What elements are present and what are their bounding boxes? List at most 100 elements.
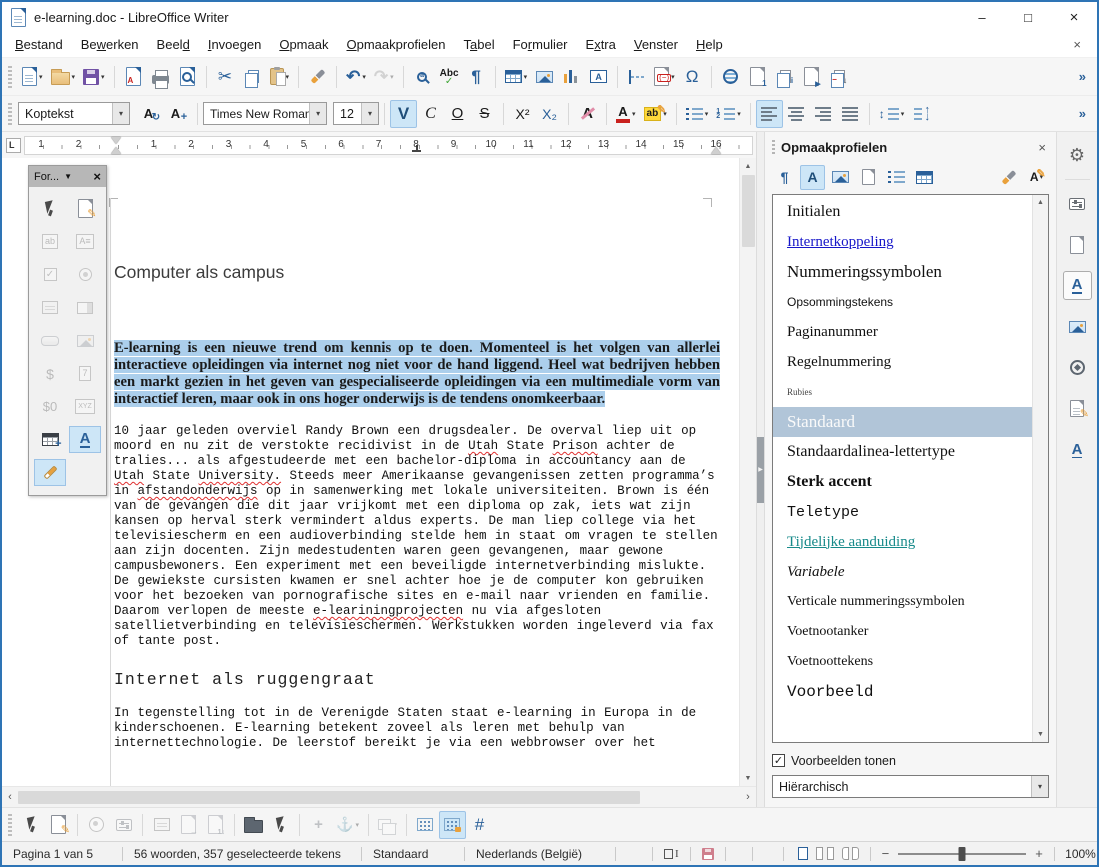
style-item-voorbeeld[interactable]: Voorbeeld xyxy=(773,677,1032,707)
zoom-slider[interactable] xyxy=(898,853,1026,855)
toolbar-grip[interactable] xyxy=(8,103,12,125)
sidebar-tab-character[interactable]: A xyxy=(1063,435,1092,464)
toolbar-overflow-button[interactable]: » xyxy=(1072,106,1093,121)
insert-endnote-button[interactable]: i xyxy=(771,63,798,91)
form-pattern-field-button[interactable]: XYZ xyxy=(69,393,101,420)
paste-button[interactable]: ▾ xyxy=(266,63,294,91)
character-styles-button[interactable]: A xyxy=(800,165,825,190)
book-view-icon[interactable] xyxy=(839,847,859,860)
style-item-regelnummering[interactable]: Regelnummering xyxy=(773,347,1032,377)
fd-form-navigator-button[interactable] xyxy=(148,811,175,839)
fill-format-mode-button[interactable] xyxy=(996,165,1021,190)
style-item-voetnootanker[interactable]: Voetnootanker xyxy=(773,617,1032,647)
form-font-button[interactable]: A xyxy=(69,426,101,453)
numbered-list-button[interactable]: 12▾ xyxy=(712,100,745,128)
page-number-status[interactable]: Pagina 1 van 5 xyxy=(2,842,122,865)
print-preview-button[interactable] xyxy=(174,63,201,91)
bullet-list-button[interactable]: ▾ xyxy=(682,100,713,128)
fd-design-mode-button[interactable]: ✎ xyxy=(45,811,72,839)
table-styles-button[interactable] xyxy=(912,165,937,190)
fd-control-wizards-button[interactable] xyxy=(83,811,110,839)
menu-tabel[interactable]: Tabel xyxy=(455,34,504,55)
panel-grip[interactable] xyxy=(772,140,775,154)
formatting-marks-button[interactable]: ¶ xyxy=(463,63,490,91)
paragraph-spacing-button[interactable]: ↑↓ xyxy=(908,100,935,128)
styles-list-scrollbar[interactable]: ▲ ▼ xyxy=(1032,195,1048,742)
fd-helplines-button[interactable]: # xyxy=(466,811,493,839)
style-item-verticale-nummeringssymbolen[interactable]: Verticale nummeringssymbolen xyxy=(773,587,1032,617)
copy-button[interactable] xyxy=(239,63,266,91)
sidebar-tab-gallery[interactable] xyxy=(1063,312,1092,341)
palette-close-icon[interactable]: × xyxy=(93,169,101,184)
insert-hyperlink-button[interactable] xyxy=(717,63,744,91)
update-style-button[interactable]: A↻ xyxy=(135,100,162,128)
menu-beeld[interactable]: Beeld xyxy=(148,34,199,55)
fd-add-field-button[interactable]: → xyxy=(175,811,202,839)
form-numeric-field-button[interactable]: 7 xyxy=(69,360,101,387)
sidebar-tab-navigator[interactable] xyxy=(1063,353,1092,382)
align-right-button[interactable] xyxy=(810,100,837,128)
align-left-button[interactable] xyxy=(756,100,783,128)
frame-styles-button[interactable] xyxy=(828,165,853,190)
insert-page-break-button[interactable] xyxy=(623,63,650,91)
vertical-scrollbar-thumb[interactable] xyxy=(742,175,755,247)
insert-text-box-button[interactable]: A xyxy=(585,63,612,91)
combobox-arrow[interactable]: ▾ xyxy=(112,103,129,124)
form-currency-field-button[interactable]: $0 xyxy=(34,393,66,420)
align-center-button[interactable] xyxy=(783,100,810,128)
style-item-paginanummer[interactable]: Paginanummer xyxy=(773,317,1032,347)
combobox-arrow[interactable]: ▾ xyxy=(309,103,326,124)
clone-formatting-button[interactable] xyxy=(304,63,331,91)
open-button[interactable]: ▾ xyxy=(47,63,80,91)
first-line-indent-marker[interactable] xyxy=(111,137,121,144)
insert-image-button[interactable] xyxy=(531,63,558,91)
scroll-right-icon[interactable]: › xyxy=(740,791,756,803)
menu-opmaak[interactable]: Opmaak xyxy=(270,34,337,55)
sidebar-splitter[interactable]: ▶ xyxy=(756,132,765,807)
fd-align-objects-button[interactable]: ▾ xyxy=(374,811,401,839)
style-item-rubies[interactable]: Rubies xyxy=(773,377,1032,407)
clear-formatting-button[interactable]: A xyxy=(574,100,601,128)
left-indent-marker[interactable] xyxy=(111,147,121,154)
show-previews-label[interactable]: Voorbeelden tonen xyxy=(791,754,896,768)
styles-list[interactable]: InitialenInternetkoppelingNummeringssymb… xyxy=(772,194,1049,743)
line-spacing-button[interactable]: ↕▾ xyxy=(875,100,909,128)
fd-anchor-button[interactable]: ⚓▾ xyxy=(332,811,363,839)
vertical-scrollbar[interactable]: ▲ ▼ xyxy=(739,158,756,786)
combobox-arrow[interactable]: ▾ xyxy=(361,103,378,124)
form-text-box-button[interactable]: ab xyxy=(34,228,66,255)
menu-formulier[interactable]: Formulier xyxy=(504,34,577,55)
insert-mode-status[interactable] xyxy=(616,842,652,865)
zoom-slider-thumb[interactable] xyxy=(959,847,966,861)
print-button[interactable] xyxy=(147,63,174,91)
multi-page-view-icon[interactable] xyxy=(813,847,834,860)
fd-activation-order-button[interactable]: 1↓ xyxy=(202,811,229,839)
style-item-internetkoppeling[interactable]: Internetkoppeling xyxy=(773,227,1032,257)
zoom-out-icon[interactable]: − xyxy=(882,846,890,861)
horizontal-scrollbar[interactable]: ‹ › xyxy=(2,786,756,807)
form-formatted-field-button[interactable]: $ xyxy=(34,360,66,387)
style-filter-dropdown[interactable]: Hiërarchisch ▾ xyxy=(772,775,1049,798)
scroll-left-icon[interactable]: ‹ xyxy=(2,791,18,803)
document-content[interactable]: Computer als campus E-learning is een ni… xyxy=(114,158,720,751)
style-item-nummeringssymbolen[interactable]: Nummeringssymbolen xyxy=(773,257,1032,287)
paragraph-style-combobox[interactable]: Koptekst▾ xyxy=(18,102,130,125)
export-pdf-button[interactable]: A xyxy=(120,63,147,91)
form-label-button[interactable]: A≡ xyxy=(69,228,101,255)
minimize-button[interactable]: – xyxy=(959,2,1005,32)
menu-bestand[interactable]: Bestand xyxy=(6,34,72,55)
fd-display-grid-button[interactable] xyxy=(412,811,439,839)
justify-button[interactable] xyxy=(837,100,864,128)
insert-footnote-button[interactable]: 1 xyxy=(744,63,771,91)
style-item-teletype[interactable]: Teletype xyxy=(773,497,1032,527)
style-item-standaard[interactable]: Standaard xyxy=(773,407,1032,437)
language-status[interactable]: Nederlands (België) xyxy=(465,842,615,865)
subscript-button[interactable]: X₂ xyxy=(536,100,563,128)
close-button[interactable]: × xyxy=(1051,2,1097,32)
spelling-button[interactable]: Abc✓ xyxy=(436,63,463,91)
menu-help[interactable]: Help xyxy=(687,34,732,55)
horizontal-scrollbar-thumb[interactable] xyxy=(18,791,640,804)
page-styles-button[interactable] xyxy=(856,165,881,190)
sidebar-tab-properties[interactable] xyxy=(1063,189,1092,218)
form-table-control-button[interactable]: + xyxy=(34,426,66,453)
